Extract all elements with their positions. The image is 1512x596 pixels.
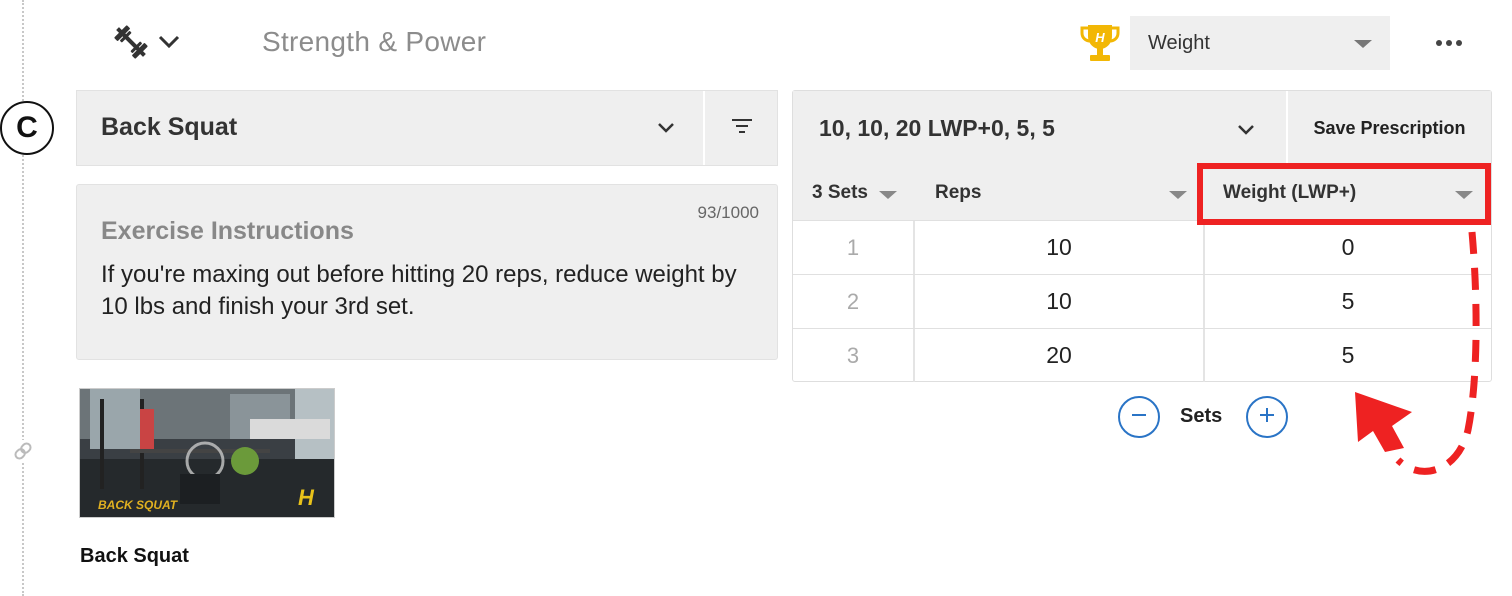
prescription-name[interactable]: 10, 10, 20 LWP+0, 5, 5 xyxy=(819,115,1055,142)
reps-column-label: Reps xyxy=(935,182,982,203)
exercise-selector: Back Squat xyxy=(76,90,778,166)
caret-down-icon xyxy=(1169,191,1187,199)
metric-select[interactable]: Weight xyxy=(1130,16,1390,70)
annotation-arrow-head xyxy=(1355,392,1412,452)
more-dot xyxy=(1446,40,1452,46)
weight-column-label: Weight (LWP+) xyxy=(1223,182,1357,203)
exercise-video-thumbnail[interactable]: BACK SQUAT H xyxy=(79,388,335,518)
reps-cell[interactable]: 10 xyxy=(915,275,1205,328)
filter-icon xyxy=(731,118,753,139)
thumbnail-logo: H xyxy=(298,485,315,510)
sets-stepper: Sets xyxy=(1118,396,1290,440)
link-icon[interactable] xyxy=(12,440,34,462)
set-number: 1 xyxy=(793,221,915,274)
more-dot xyxy=(1456,40,1462,46)
chevron-down-icon xyxy=(158,35,180,49)
weight-cell[interactable]: 0 xyxy=(1205,221,1491,274)
exercise-name[interactable]: Back Squat xyxy=(101,113,237,142)
set-number: 2 xyxy=(793,275,915,328)
set-row: 1 10 0 xyxy=(793,220,1491,274)
block-label-badge: C xyxy=(0,101,54,155)
caret-down-icon xyxy=(879,191,897,199)
plus-icon xyxy=(1258,406,1276,429)
char-count: 93/1000 xyxy=(697,203,759,222)
more-options-button[interactable] xyxy=(1432,30,1466,56)
set-number: 3 xyxy=(793,329,915,382)
caret-down-icon xyxy=(1354,40,1372,48)
remove-set-button[interactable] xyxy=(1118,396,1160,438)
timeline-dotted-line xyxy=(22,0,24,596)
minus-icon xyxy=(1130,406,1148,429)
block-title[interactable]: Strength & Power xyxy=(262,26,486,58)
filter-button[interactable] xyxy=(705,91,779,165)
sets-column-header[interactable]: 3 Sets xyxy=(793,166,913,220)
thumbnail-caption: Back Squat xyxy=(80,545,189,567)
instructions-text[interactable]: If you're maxing out before hitting 20 r… xyxy=(101,259,751,323)
chevron-down-icon[interactable] xyxy=(657,121,675,139)
reps-cell[interactable]: 20 xyxy=(915,329,1205,382)
svg-text:H: H xyxy=(1095,30,1105,45)
set-row: 2 10 5 xyxy=(793,274,1491,328)
reps-cell[interactable]: 10 xyxy=(915,221,1205,274)
reps-column-header[interactable]: Reps xyxy=(913,166,1203,220)
exercise-instructions-field[interactable]: 93/1000 Exercise Instructions If you're … xyxy=(76,184,778,360)
barbell-icon xyxy=(110,21,152,63)
metric-select-value: Weight xyxy=(1148,31,1210,54)
sets-label: Sets xyxy=(1180,405,1223,427)
chevron-down-icon[interactable] xyxy=(1237,123,1255,141)
more-dot xyxy=(1436,40,1442,46)
weight-cell[interactable]: 5 xyxy=(1205,275,1491,328)
set-row: 3 20 5 xyxy=(793,328,1491,382)
prescription-header: 10, 10, 20 LWP+0, 5, 5 Save Prescription xyxy=(793,91,1491,166)
prescription-table: 10, 10, 20 LWP+0, 5, 5 Save Prescription… xyxy=(792,90,1492,382)
add-set-button[interactable] xyxy=(1246,396,1288,438)
caret-down-icon xyxy=(1455,191,1473,199)
thumbnail-overlay-text: BACK SQUAT xyxy=(98,498,179,512)
instructions-heading: Exercise Instructions xyxy=(101,217,354,245)
block-type-dropdown[interactable] xyxy=(110,20,190,64)
weight-cell[interactable]: 5 xyxy=(1205,329,1491,382)
sets-count-label: 3 Sets xyxy=(812,182,868,203)
trophy-icon: H xyxy=(1080,22,1120,64)
save-prescription-button[interactable]: Save Prescription xyxy=(1288,91,1491,166)
weight-column-header[interactable]: Weight (LWP+) xyxy=(1203,166,1491,220)
